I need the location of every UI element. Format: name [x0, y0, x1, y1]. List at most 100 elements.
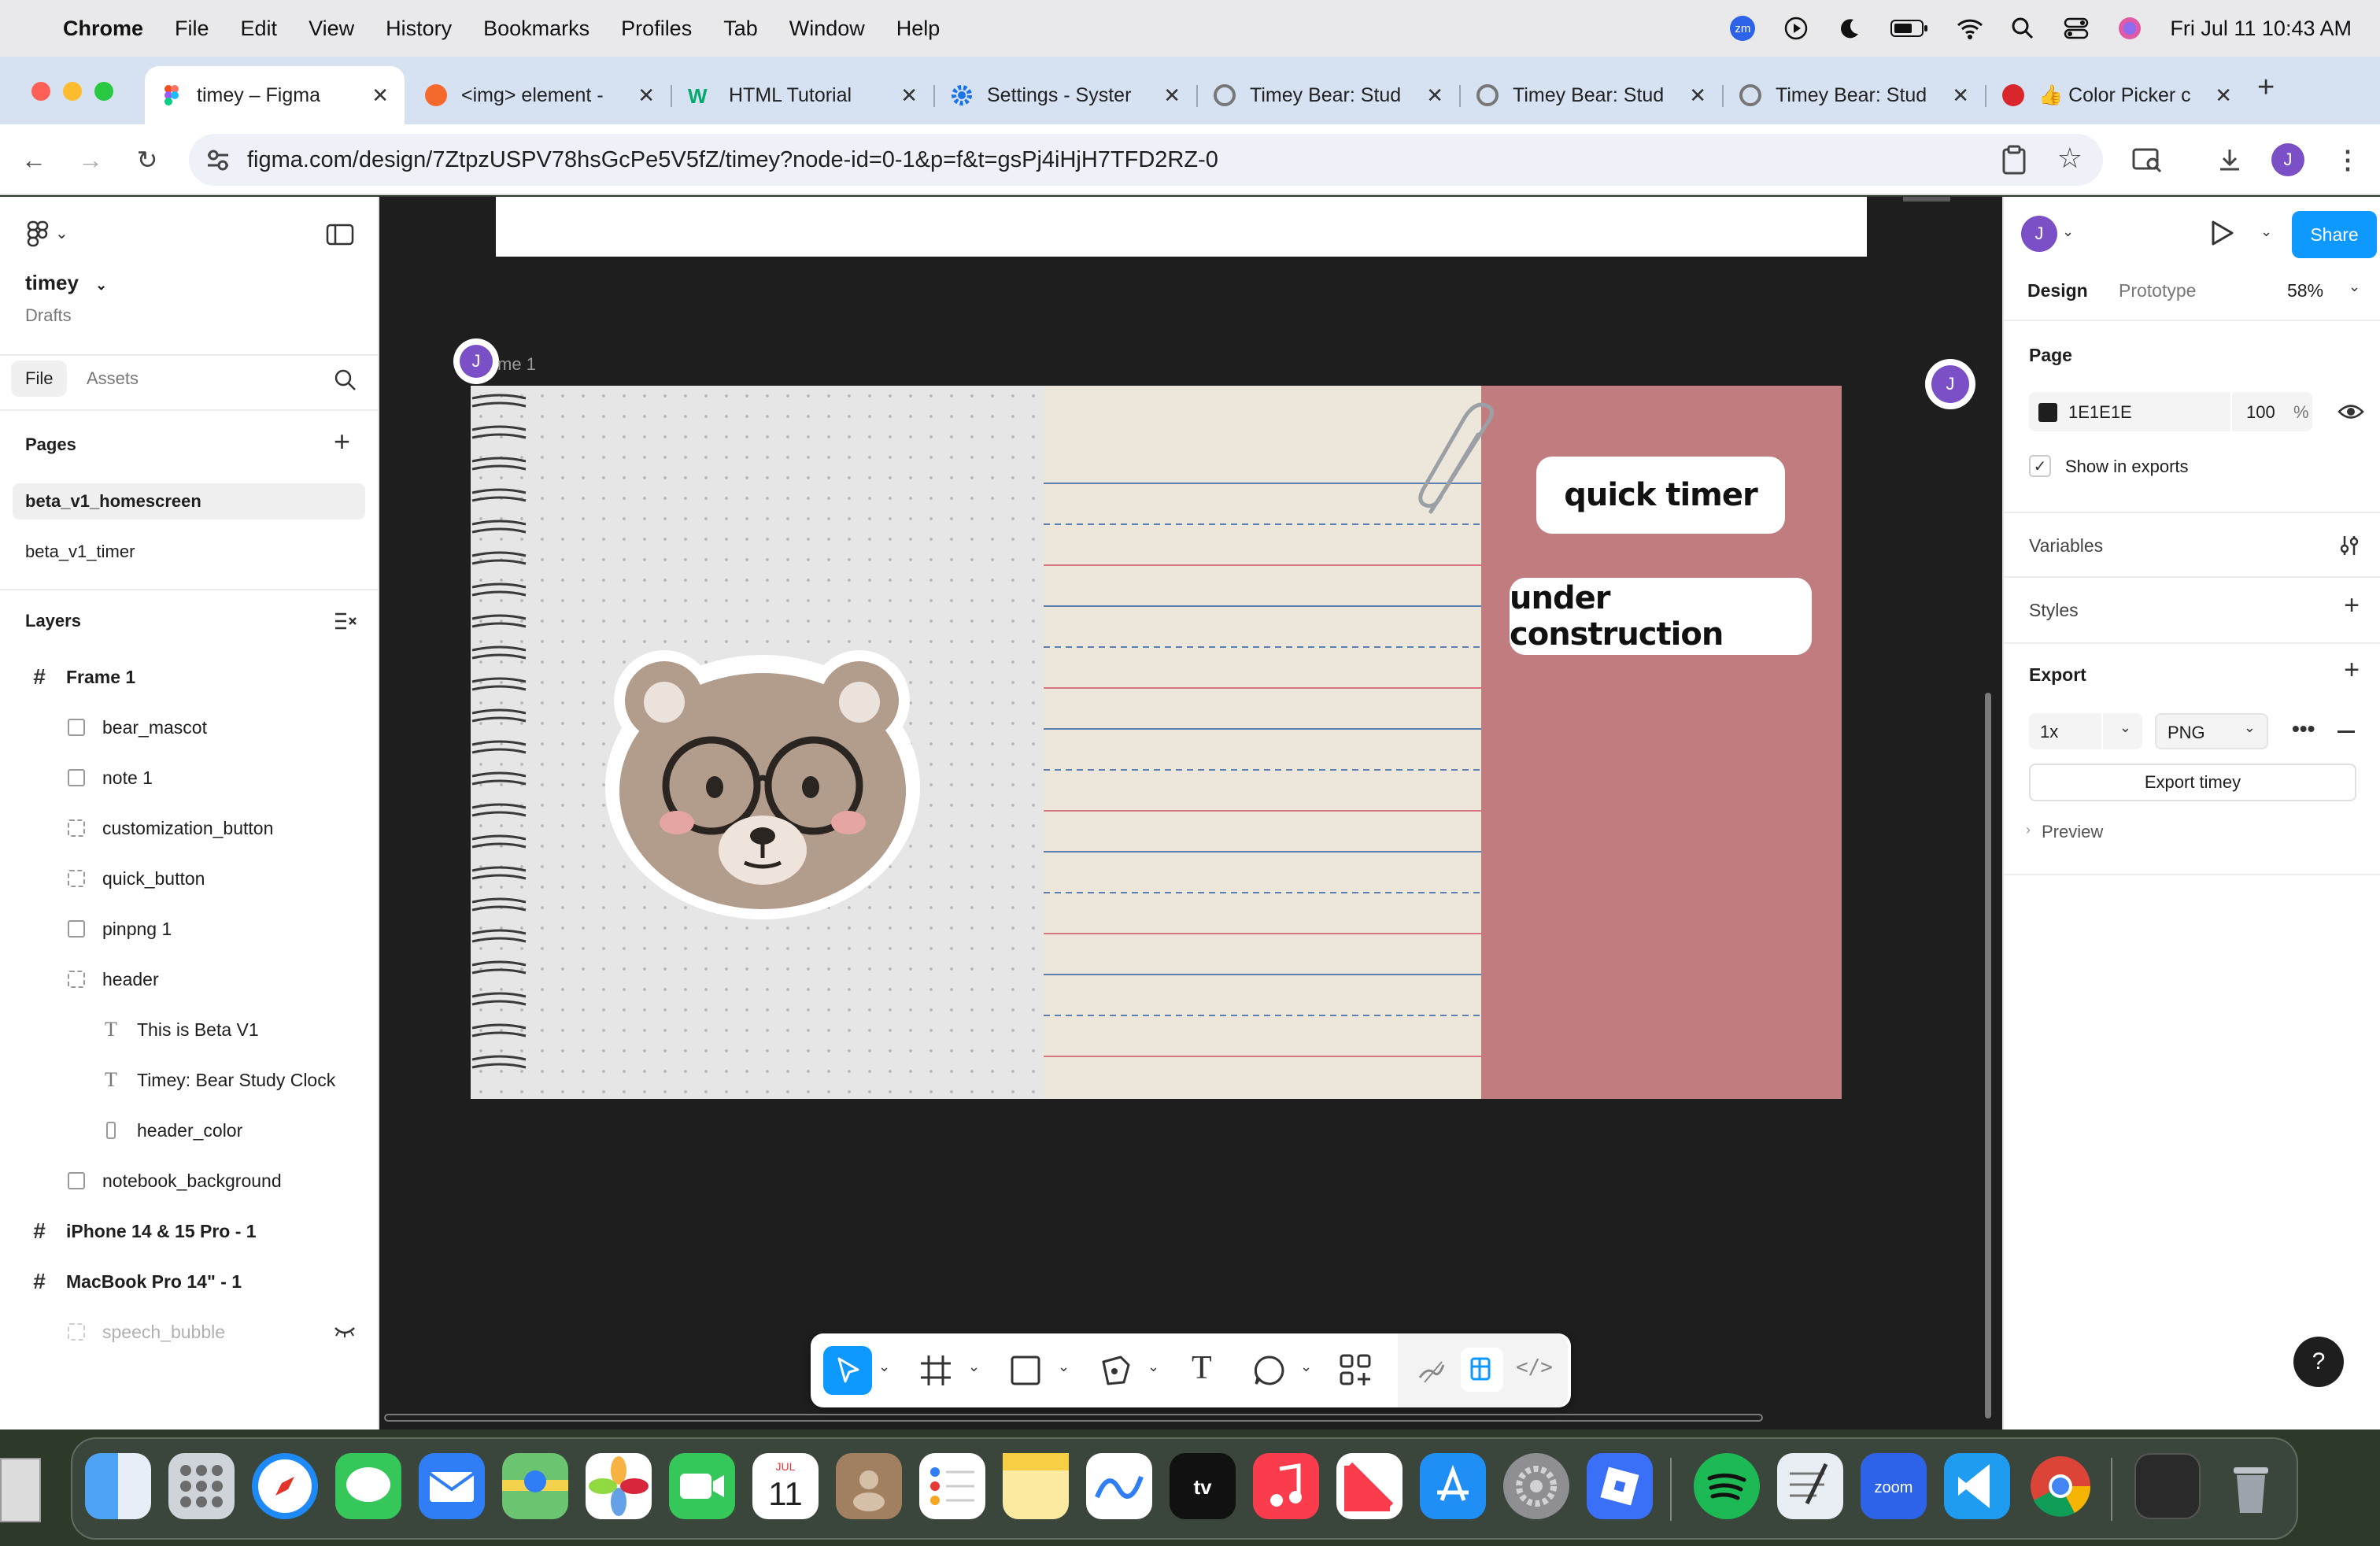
page-item-beta-v1-timer[interactable]: beta_v1_timer — [25, 542, 135, 562]
export-more-options-icon[interactable]: ••• — [2292, 716, 2315, 742]
spotlight-search-icon[interactable] — [2009, 15, 2036, 42]
tab-close-icon[interactable]: ✕ — [900, 83, 918, 108]
layer-header[interactable]: header — [0, 956, 378, 1003]
add-style-plus-icon[interactable]: + — [2344, 590, 2360, 621]
page-item-beta-v1-homescreen[interactable]: beta_v1_homescreen — [25, 491, 201, 512]
draw-mode-icon[interactable] — [1415, 1354, 1447, 1389]
menu-help[interactable]: Help — [896, 17, 941, 41]
tab-timey-bear-1[interactable]: Timey Bear: Stud ✕ — [1198, 66, 1459, 124]
tab-close-icon[interactable]: ✕ — [371, 83, 389, 108]
contacts-icon[interactable] — [836, 1453, 902, 1519]
frame-tool-chevron-icon[interactable]: ⌄ — [968, 1359, 980, 1375]
user-menu-chevron-icon[interactable]: ⌄ — [2062, 224, 2074, 240]
battery-icon[interactable] — [1890, 15, 1929, 42]
site-settings-icon[interactable] — [205, 146, 231, 179]
add-export-plus-icon[interactable]: + — [2344, 655, 2360, 686]
file-location[interactable]: Drafts — [25, 305, 72, 326]
layer-macbook-frame[interactable]: # MacBook Pro 14" - 1 — [0, 1258, 378, 1305]
layer-quick-button[interactable]: quick_button — [0, 855, 378, 902]
comment-tool-icon[interactable] — [1251, 1352, 1288, 1393]
layer-notebook-background[interactable]: notebook_background — [0, 1157, 378, 1204]
new-tab-plus-icon[interactable]: + — [2257, 71, 2275, 105]
move-tool-chevron-icon[interactable]: ⌄ — [878, 1359, 890, 1375]
layer-text-timey-title[interactable]: T Timey: Bear Study Clock — [0, 1056, 378, 1104]
vertical-scrollbar[interactable] — [1985, 693, 1991, 1418]
tab-close-icon[interactable]: ✕ — [1426, 83, 1443, 108]
layer-bear-mascot[interactable]: bear_mascot — [0, 704, 378, 751]
forward-arrow-icon[interactable]: → — [72, 142, 109, 178]
zoom-status-icon[interactable]: zm — [1729, 15, 1756, 42]
dev-mode-code-icon[interactable]: </> — [1516, 1356, 1553, 1379]
layer-text-this-is-beta[interactable]: T This is Beta V1 — [0, 1006, 378, 1053]
tab-html-tutorial[interactable]: W HTML Tutorial ✕ — [672, 66, 933, 124]
roblox-icon[interactable] — [1587, 1453, 1653, 1519]
layers-options-icon[interactable] — [334, 611, 357, 635]
export-timey-button[interactable]: Export timey — [2029, 764, 2356, 801]
tab-close-icon[interactable]: ✕ — [638, 83, 655, 108]
calendar-icon[interactable]: JUL 11 — [752, 1453, 819, 1519]
present-chevron-icon[interactable]: ⌄ — [2260, 224, 2272, 240]
preview-chevron-icon[interactable]: › — [2026, 822, 2031, 838]
tab-file[interactable]: File — [11, 361, 68, 397]
address-bar[interactable]: figma.com/design/7ZtpzUSPV78hsGcPe5V5fZ/… — [189, 134, 2103, 186]
window-close-icon[interactable] — [31, 82, 50, 101]
sidebar-toggle-icon[interactable] — [326, 224, 354, 250]
menu-bookmarks[interactable]: Bookmarks — [483, 17, 589, 41]
layer-customization-button[interactable]: customization_button — [0, 804, 378, 852]
figma-logo-icon[interactable] — [27, 220, 50, 251]
tab-img-element[interactable]: <img> element - ✕ — [409, 66, 671, 124]
app-store-icon[interactable] — [1420, 1453, 1486, 1519]
layer-note-1[interactable]: note 1 — [0, 754, 378, 801]
wifi-icon[interactable] — [1956, 15, 1983, 42]
horizontal-scrollbar[interactable] — [384, 1414, 1763, 1422]
play-status-icon[interactable] — [1783, 15, 1809, 42]
freeform-icon[interactable] — [1086, 1453, 1152, 1519]
frame-1-preview[interactable]: quick timer under construction — [471, 386, 1842, 1099]
preview-toggle[interactable]: Preview — [2042, 822, 2103, 842]
export-scale-select[interactable]: 1x ⌄ — [2029, 713, 2142, 749]
tab-timey-bear-3[interactable]: Timey Bear: Stud ✕ — [1724, 66, 1985, 124]
design-mode-button[interactable] — [1461, 1348, 1503, 1392]
page-color-swatch[interactable] — [2038, 403, 2057, 422]
collaborator-avatar[interactable]: J — [1931, 365, 1969, 403]
textedit-icon[interactable] — [1777, 1453, 1843, 1519]
control-center-icon[interactable] — [2063, 15, 2090, 42]
current-user-avatar[interactable]: J — [2021, 216, 2057, 252]
remove-export-minus-icon[interactable] — [2338, 730, 2355, 733]
photos-icon[interactable] — [586, 1453, 652, 1519]
maps-icon[interactable] — [502, 1453, 568, 1519]
frame-name-label[interactable]: me 1 — [497, 354, 536, 375]
layer-speech-bubble[interactable]: speech_bubble — [0, 1308, 378, 1356]
spotify-icon[interactable] — [1694, 1453, 1760, 1519]
profile-avatar[interactable]: J — [2271, 143, 2304, 176]
zoom-app-icon[interactable]: zoom — [1861, 1453, 1927, 1519]
more-menu-icon[interactable]: ⋮ — [2330, 142, 2366, 178]
messages-icon[interactable] — [335, 1453, 401, 1519]
safari-icon[interactable] — [252, 1453, 318, 1519]
actions-tool-icon[interactable] — [1338, 1352, 1374, 1393]
reload-icon[interactable]: ↻ — [129, 142, 165, 178]
figma-canvas[interactable]: J me 1 J quick timer under construction … — [379, 197, 2002, 1429]
page-color-hex[interactable]: 1E1E1E — [2068, 402, 2132, 423]
menubar-clock[interactable]: Fri Jul 11 10:43 AM — [2170, 17, 2352, 41]
launchpad-icon[interactable] — [168, 1453, 235, 1519]
figma-menu-chevron-icon[interactable]: ⌄ — [55, 224, 68, 243]
moon-icon[interactable] — [1836, 15, 1863, 42]
page-action-icon[interactable] — [2001, 145, 2027, 181]
collaborator-avatar[interactable]: J — [460, 345, 493, 378]
apple-tv-icon[interactable]: tv — [1170, 1453, 1236, 1519]
tab-assets[interactable]: Assets — [87, 368, 139, 389]
comment-tool-chevron-icon[interactable]: ⌄ — [1300, 1359, 1312, 1375]
quick-timer-button[interactable]: quick timer — [1536, 457, 1785, 534]
file-menu-chevron-icon[interactable]: ⌄ — [95, 277, 107, 293]
help-button[interactable]: ? — [2293, 1337, 2344, 1387]
app-menu-chrome[interactable]: Chrome — [63, 17, 143, 41]
layer-iphone-frame[interactable]: # iPhone 14 & 15 Pro - 1 — [0, 1208, 378, 1255]
notes-icon[interactable] — [1003, 1453, 1069, 1519]
back-arrow-icon[interactable]: ← — [16, 142, 52, 178]
tab-color-picker[interactable]: 👍 Color Picker c ✕ — [1986, 66, 2248, 124]
menu-view[interactable]: View — [309, 17, 354, 41]
desktop-window-thumbnail[interactable] — [0, 1458, 41, 1522]
menu-window[interactable]: Window — [789, 17, 865, 41]
layer-header-color[interactable]: header_color — [0, 1107, 378, 1154]
